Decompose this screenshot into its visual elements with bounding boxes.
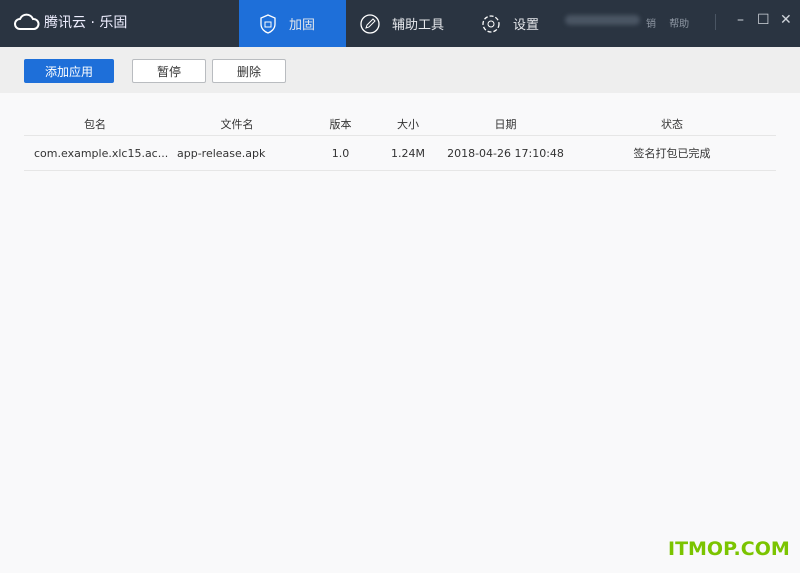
cell-file: app-release.apk	[177, 146, 266, 160]
close-button[interactable]: ✕	[780, 12, 792, 28]
pen-circle-icon	[360, 13, 380, 34]
title-bar: 腾讯云 · 乐固 加固 辅助工具 设置 销 帮助 – ☐ ✕	[0, 0, 800, 47]
tab-settings[interactable]: 设置	[461, 0, 539, 47]
app-title: 腾讯云 · 乐固	[44, 15, 128, 31]
toolbar: 添加应用 暂停 删除	[0, 47, 800, 93]
pause-button[interactable]: 暂停	[132, 59, 206, 83]
cell-package: com.example.xlc15.ac...	[34, 146, 169, 160]
watermark: ITMOP.COM	[668, 538, 790, 560]
username-blurred	[565, 15, 640, 25]
minimize-button[interactable]: –	[737, 12, 744, 28]
tab-tools[interactable]: 辅助工具	[340, 0, 444, 47]
col-file: 文件名	[220, 117, 254, 131]
help-link[interactable]: 帮助	[669, 19, 689, 30]
cell-date: 2018-04-26 17:10:48	[447, 146, 564, 160]
cell-status: 签名打包已完成	[633, 147, 711, 160]
maximize-button[interactable]: ☐	[757, 12, 770, 28]
cell-size: 1.24M	[391, 146, 425, 160]
col-package: 包名	[84, 117, 106, 131]
gear-icon	[482, 14, 500, 33]
tab-label: 加固	[289, 18, 316, 33]
table-header: 包名 文件名 版本 大小 日期 状态	[24, 112, 776, 136]
col-size: 大小	[397, 117, 419, 131]
col-version: 版本	[329, 117, 352, 131]
logout-link[interactable]: 销	[646, 19, 656, 30]
cell-version: 1.0	[331, 146, 350, 160]
table-row[interactable]: com.example.xlc15.ac... app-release.apk …	[24, 136, 776, 171]
delete-button[interactable]: 删除	[212, 59, 286, 83]
cloud-icon	[14, 13, 40, 30]
tab-harden[interactable]: 加固	[239, 0, 346, 47]
col-date: 日期	[494, 117, 517, 131]
shield-lock-icon	[260, 13, 276, 34]
app-logo: 腾讯云 · 乐固	[14, 12, 127, 32]
divider	[715, 14, 716, 30]
col-status: 状态	[661, 117, 683, 131]
add-app-button[interactable]: 添加应用	[24, 59, 114, 83]
tab-label: 设置	[513, 18, 540, 33]
app-table: 包名 文件名 版本 大小 日期 状态 com.example.xlc15.ac.…	[24, 112, 776, 171]
tab-label: 辅助工具	[392, 18, 445, 33]
